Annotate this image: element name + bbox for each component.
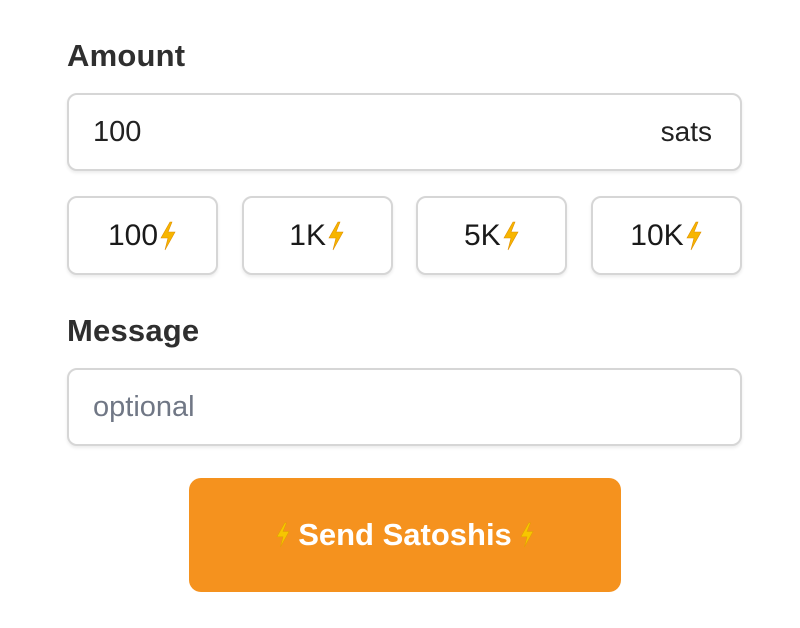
preset-label: 5K (463, 218, 501, 252)
preset-button-10k[interactable]: 10K (590, 196, 742, 275)
preset-buttons: 100 1K 5K 10K (67, 196, 742, 275)
message-input[interactable] (69, 370, 740, 444)
send-satoshis-button[interactable]: Send Satoshis (189, 478, 621, 592)
amount-input[interactable] (69, 95, 661, 169)
preset-button-5k[interactable]: 5K (416, 196, 568, 275)
lightning-bolt-icon (685, 221, 703, 251)
message-field[interactable] (67, 368, 742, 446)
lightning-bolt-icon (159, 221, 177, 251)
amount-unit: sats (660, 116, 712, 147)
preset-label: 1K (289, 218, 326, 252)
lightning-bolt-icon (502, 221, 520, 251)
preset-label: 10K (630, 218, 684, 252)
lightning-bolt-icon (519, 522, 535, 548)
lightning-bolt-icon (275, 522, 291, 548)
message-label: Message (67, 313, 200, 348)
send-button-label: Send Satoshis (298, 517, 512, 552)
amount-field[interactable]: sats (67, 93, 742, 171)
preset-button-100[interactable]: 100 (67, 196, 218, 275)
amount-label: Amount (67, 38, 186, 73)
lightning-bolt-icon (327, 221, 345, 251)
preset-button-1k[interactable]: 1K (241, 196, 393, 275)
preset-label: 100 (107, 218, 159, 252)
